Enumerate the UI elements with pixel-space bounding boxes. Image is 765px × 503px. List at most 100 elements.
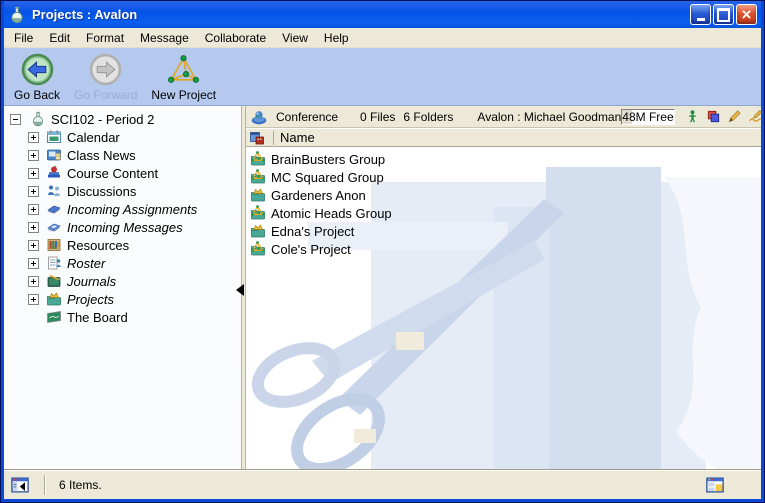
journals-icon — [46, 273, 62, 289]
tree-item[interactable]: Class News — [4, 146, 241, 164]
collapse-minus-icon[interactable] — [10, 114, 21, 125]
tree-items: Calendar Class News Course Content — [4, 128, 241, 326]
tree-item-label: Incoming Messages — [67, 220, 183, 235]
person-icon[interactable] — [685, 109, 700, 124]
maximize-button[interactable] — [713, 4, 734, 25]
menu-item[interactable]: Collaborate — [197, 29, 274, 47]
files-count: 0 Files — [360, 110, 395, 124]
panel-toggle-icon[interactable] — [10, 475, 32, 495]
expand-plus-icon[interactable] — [28, 240, 39, 251]
pyramid-folder-icon — [250, 169, 266, 185]
menu-item[interactable]: Help — [316, 29, 357, 47]
tree-item-label: Roster — [67, 256, 105, 271]
new-project-icon — [167, 53, 200, 86]
expand-plus-icon[interactable] — [28, 204, 39, 215]
new-project-button[interactable]: New Project — [147, 52, 220, 103]
window-flask-icon — [8, 5, 28, 25]
expand-plus-icon[interactable] — [28, 168, 39, 179]
assignments-icon — [46, 201, 62, 217]
tree-item-label: Incoming Assignments — [67, 202, 197, 217]
tree-item[interactable]: Projects — [4, 290, 241, 308]
menu-item[interactable]: Edit — [41, 29, 78, 47]
tree-item-label: Resources — [67, 238, 129, 253]
conference-panel: Conference 0 Files 6 Folders Avalon : Mi… — [246, 106, 761, 469]
titlebar[interactable]: Projects : Avalon — [4, 1, 761, 28]
expand-plus-icon[interactable] — [28, 150, 39, 161]
expand-plus-icon[interactable] — [28, 222, 39, 233]
menu-bar: File Edit Format Message Collaborate Vie… — [4, 28, 761, 48]
list-item[interactable]: Gardeners Anon — [246, 186, 761, 204]
list-item-label: MC Squared Group — [271, 170, 384, 185]
tree-item[interactable]: Resources — [4, 236, 241, 254]
main-area: SCI102 - Period 2 Calendar — [4, 106, 761, 469]
pyramid-folder-icon — [250, 205, 266, 221]
board-icon — [46, 309, 62, 325]
expand-plus-icon[interactable] — [28, 294, 39, 305]
signature-icon[interactable] — [748, 109, 763, 124]
tree-item[interactable]: Journals — [4, 272, 241, 290]
window-controls — [690, 4, 757, 25]
crown-folder-icon — [250, 187, 266, 203]
discussions-icon — [46, 183, 62, 199]
layers-icon[interactable] — [706, 109, 721, 124]
pencil-icon[interactable] — [727, 109, 742, 124]
list-item[interactable]: BrainBusters Group — [246, 150, 761, 168]
conference-icon — [250, 108, 268, 126]
pyramid-folder-icon — [250, 241, 266, 257]
status-separator — [44, 475, 45, 495]
list-item-label: Atomic Heads Group — [271, 206, 392, 221]
tree-item-label: Projects — [67, 292, 114, 307]
window-title: Projects : Avalon — [32, 7, 690, 22]
list-item[interactable]: Cole's Project — [246, 240, 761, 258]
news-icon — [46, 147, 62, 163]
folder-list: BrainBusters Group MC Squared Group Gard… — [246, 150, 761, 258]
layout-icon[interactable] — [705, 475, 727, 495]
tree-item-label: Course Content — [67, 166, 158, 181]
go-back-label: Go Back — [14, 88, 60, 102]
window-chrome: File Edit Format Message Collaborate Vie… — [4, 28, 761, 499]
resources-icon — [46, 237, 62, 253]
tree-item[interactable]: Course Content — [4, 164, 241, 182]
conference-bar: Conference 0 Files 6 Folders Avalon : Mi… — [246, 106, 761, 128]
collapse-arrow-icon[interactable] — [236, 284, 244, 296]
tree-item[interactable]: Calendar — [4, 128, 241, 146]
menu-item[interactable]: Format — [78, 29, 132, 47]
list-item[interactable]: Edna's Project — [246, 222, 761, 240]
list-item[interactable]: Atomic Heads Group — [246, 204, 761, 222]
go-forward-button[interactable]: Go Forward — [70, 52, 141, 103]
roster-icon — [46, 255, 62, 271]
flask-icon — [30, 111, 46, 127]
expand-plus-icon[interactable] — [28, 276, 39, 287]
menu-item[interactable]: Message — [132, 29, 197, 47]
tree-item[interactable]: Roster — [4, 254, 241, 272]
go-forward-label: Go Forward — [74, 88, 137, 102]
expand-plus-icon[interactable] — [28, 186, 39, 197]
tree-item[interactable]: Incoming Assignments — [4, 200, 241, 218]
list-item[interactable]: MC Squared Group — [246, 168, 761, 186]
tree-root-item[interactable]: SCI102 - Period 2 — [4, 110, 241, 128]
expand-plus-icon[interactable] — [28, 132, 39, 143]
tree-item[interactable]: The Board — [4, 308, 241, 326]
crown-folder-icon — [250, 223, 266, 239]
course-content-icon — [46, 165, 62, 181]
crown-folder-icon — [46, 291, 62, 307]
list-item-label: Gardeners Anon — [271, 188, 366, 203]
calendar-icon — [46, 129, 62, 145]
menu-item[interactable]: File — [6, 29, 41, 47]
list-item-label: Edna's Project — [271, 224, 354, 239]
close-button[interactable] — [736, 4, 757, 25]
tree-item-label: Class News — [67, 148, 136, 163]
tree-item[interactable]: Incoming Messages — [4, 218, 241, 236]
tree-item-label: Calendar — [67, 130, 120, 145]
tree-item-label: Journals — [67, 274, 116, 289]
folders-count: 6 Folders — [403, 110, 453, 124]
minimize-button[interactable] — [690, 4, 711, 25]
menu-item[interactable]: View — [274, 29, 316, 47]
go-back-button[interactable]: Go Back — [10, 52, 64, 103]
free-space-indicator: 48M Free — [621, 109, 674, 125]
tree-item[interactable]: Discussions — [4, 182, 241, 200]
namecol-icon — [249, 130, 265, 146]
new-project-label: New Project — [151, 88, 216, 102]
column-header-name[interactable]: Name — [246, 128, 761, 147]
expand-plus-icon[interactable] — [28, 258, 39, 269]
